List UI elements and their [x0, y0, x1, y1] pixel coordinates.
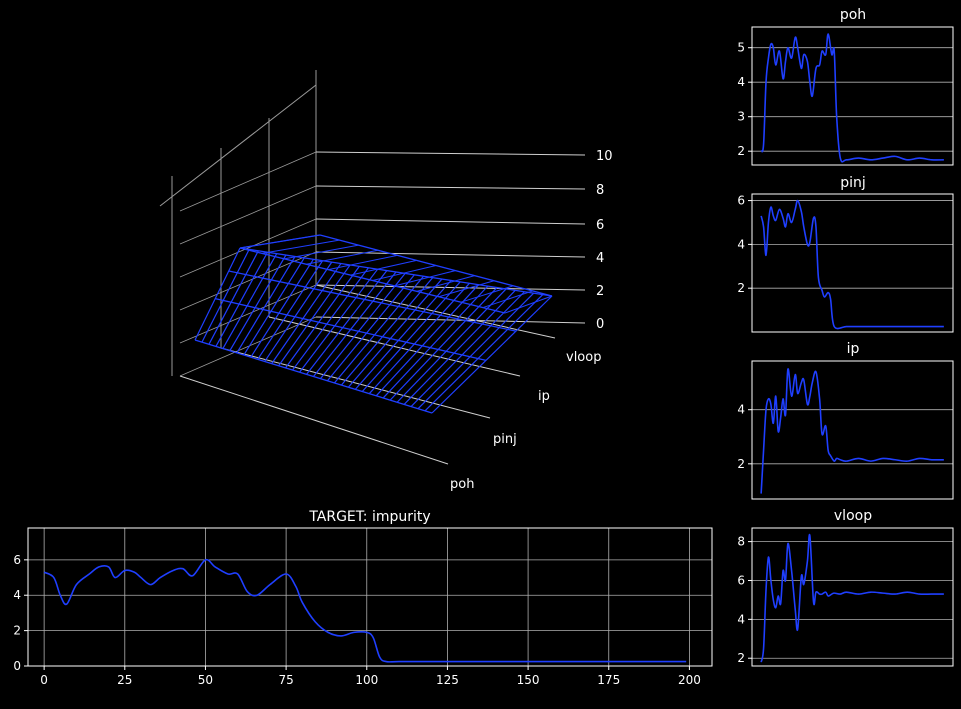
series-line [43, 558, 687, 663]
wire-edge [239, 234, 321, 249]
z-tick-label: 10 [596, 149, 613, 164]
plot-frame [751, 360, 954, 500]
depth-axis-label: pinj [493, 432, 517, 447]
depth-axis-label: poh [450, 477, 474, 492]
pinj-chart-title: pinj [840, 175, 866, 191]
z-gridline-left [179, 185, 317, 245]
y-tick-label: 2 [737, 144, 745, 158]
x-tick-label: 100 [355, 673, 378, 687]
target-impurity-chart: TARGET: impurity 0 2 4 6 0 25 50 75 100 125 150 175… [13, 509, 713, 687]
y-tick-label: 4 [737, 612, 745, 626]
x-tick-label: 175 [597, 673, 620, 687]
chart-canvas: 0 2 4 6 8 10 poh pinj ip vloop TARGET: impurity 0… [13, 7, 954, 687]
poh-chart-title: poh [840, 7, 866, 23]
y-tick-label: 6 [13, 553, 21, 567]
x-tick-label: 0 [40, 673, 48, 687]
wire-line [194, 247, 241, 341]
wire-edge [239, 247, 506, 314]
y-tick-label: 4 [13, 588, 21, 602]
series-line [760, 199, 944, 330]
z-tick-label: 0 [596, 317, 604, 332]
x-tick-label: 125 [436, 673, 459, 687]
y-tick-label: 8 [737, 535, 745, 549]
y-tick-label: 4 [737, 75, 745, 89]
y-tick-label: 2 [737, 281, 745, 295]
poh-chart: poh 2 3 4 5 [737, 7, 954, 166]
x-tick-label: 150 [517, 673, 540, 687]
z-gridline [315, 185, 586, 190]
wire-line [243, 257, 305, 356]
target-chart-title: TARGET: impurity [308, 509, 430, 525]
series-line [760, 33, 944, 163]
depth-gridline [179, 375, 449, 465]
depth-axis-label: vloop [566, 350, 601, 365]
z-tick-label: 2 [596, 284, 604, 299]
wire-edge [215, 297, 487, 361]
depth-axis-label: ip [538, 389, 550, 404]
series-line [760, 533, 944, 663]
wire-edge [194, 339, 433, 414]
x-tick-label: 75 [278, 673, 293, 687]
y-tick-label: 6 [737, 194, 745, 208]
vloop-chart-title: vloop [834, 508, 872, 524]
z-gridline [315, 284, 586, 291]
vloop-chart: vloop 2 4 6 8 [737, 508, 954, 667]
y-tick-label: 0 [13, 659, 21, 673]
y-tick-label: 2 [737, 457, 745, 471]
z-gridline-left [179, 151, 317, 212]
plot-frame [751, 527, 954, 667]
y-tick-label: 2 [13, 624, 21, 638]
series-line [760, 368, 944, 494]
z-gridline [315, 218, 586, 225]
y-tick-label: 2 [737, 651, 745, 665]
z-tick-label: 6 [596, 218, 604, 233]
pinj-chart: pinj 2 4 6 [737, 175, 954, 333]
y-tick-label: 5 [737, 41, 745, 55]
z-tick-label: 8 [596, 183, 604, 198]
y-tick-label: 4 [737, 403, 745, 417]
ip-chart-title: ip [847, 341, 860, 357]
y-tick-label: 6 [737, 573, 745, 587]
z-tick-label: 4 [596, 251, 604, 266]
plot-frame [27, 527, 713, 667]
z-gridline [315, 151, 586, 156]
ip-chart: ip 2 4 [737, 341, 954, 500]
x-tick-label: 50 [198, 673, 213, 687]
x-tick-label: 200 [678, 673, 701, 687]
x-tick-label: 25 [117, 673, 132, 687]
y-tick-label: 4 [737, 237, 745, 251]
y-tick-label: 3 [737, 110, 745, 124]
pane-edge [159, 84, 317, 207]
wireframe-3d-panel: 0 2 4 6 8 10 poh pinj ip vloop [159, 70, 613, 492]
